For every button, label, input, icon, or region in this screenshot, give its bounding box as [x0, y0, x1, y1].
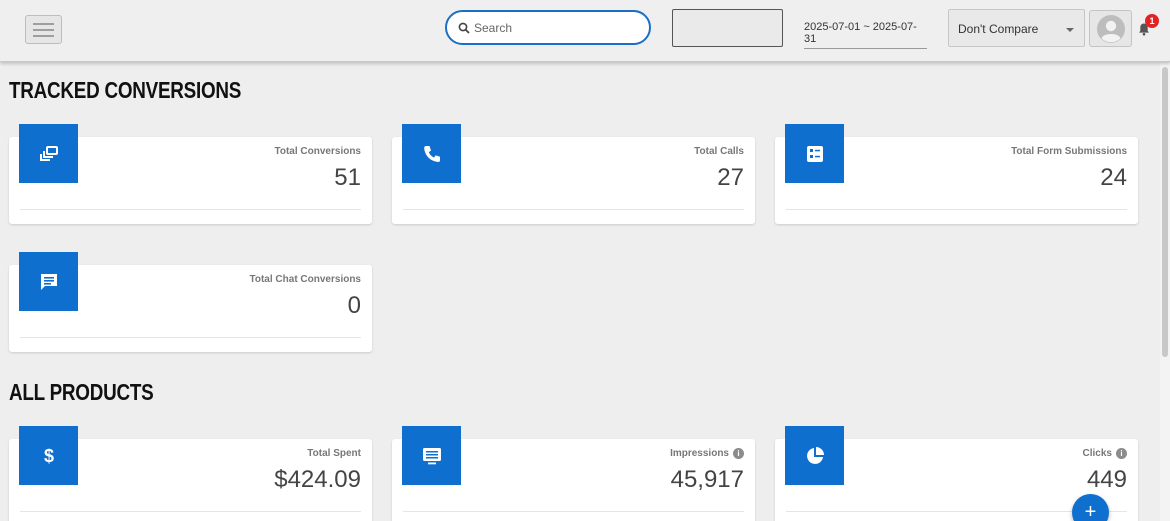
compare-selected-value: Don't Compare [958, 22, 1039, 36]
caret-down-icon [1066, 28, 1074, 32]
card-label: Total Form Submissions [1011, 146, 1127, 157]
avatar-icon [1096, 14, 1125, 43]
menu-line [33, 28, 54, 31]
menu-line [33, 34, 54, 37]
card-label: Total Calls [694, 146, 744, 157]
card-label-text: Clicks [1082, 448, 1112, 459]
card-divider [20, 209, 361, 210]
card-label: Total Conversions [275, 146, 362, 157]
card-value: 27 [717, 164, 744, 191]
svg-text:$: $ [43, 446, 53, 466]
card-divider [403, 511, 744, 512]
dollar-icon: $ [19, 426, 78, 485]
conversions-icon [19, 124, 78, 183]
notification-badge: 1 [1145, 14, 1159, 28]
phone-icon [402, 124, 461, 183]
stat-card[interactable]: Total Calls 27 [392, 124, 755, 224]
stat-card[interactable]: Impressions i 45,917 [392, 426, 755, 521]
monitor-icon [402, 426, 461, 485]
card-value: 449 [1086, 466, 1127, 493]
card-value: 45,917 [670, 466, 744, 493]
card-divider [20, 511, 361, 512]
section-title-tracked-conversions: TRACKED CONVERSIONS [9, 77, 242, 103]
card-label-text: Total Chat Conversions [249, 274, 362, 285]
card-label: Total Spent [307, 448, 361, 459]
stat-card[interactable]: $ Total Spent $424.09 [9, 426, 372, 521]
card-value: 51 [334, 164, 361, 191]
card-label-text: Total Form Submissions [1011, 146, 1127, 157]
card-value: 0 [347, 292, 361, 319]
hamburger-menu-button[interactable] [25, 15, 62, 44]
card-label-text: Total Calls [694, 146, 744, 157]
search-box[interactable] [445, 10, 651, 45]
search-icon [458, 22, 470, 34]
scrollbar-thumb[interactable] [1162, 67, 1168, 357]
card-label: Total Chat Conversions [250, 274, 362, 285]
card-label: Clicks i [1083, 448, 1127, 459]
user-avatar-button[interactable] [1089, 10, 1132, 47]
card-label: Impressions i [670, 448, 744, 459]
top-bar: 2025-07-01 ~ 2025-07-31 Don't Compare 1 [0, 0, 1170, 62]
vertical-scrollbar[interactable] [1160, 63, 1170, 521]
card-label-text: Total Spent [307, 448, 361, 459]
card-divider [786, 209, 1127, 210]
date-range-picker[interactable]: 2025-07-01 ~ 2025-07-31 [804, 21, 927, 49]
form-icon [785, 124, 844, 183]
card-value: 24 [1100, 164, 1127, 191]
info-icon[interactable]: i [733, 448, 744, 459]
info-icon[interactable]: i [1116, 448, 1127, 459]
card-label-text: Total Conversions [274, 146, 362, 157]
pie-chart-icon [785, 426, 844, 485]
menu-line [33, 22, 54, 25]
card-divider [403, 209, 744, 210]
section-title-all-products: ALL PRODUCTS [9, 379, 154, 405]
empty-selector-box[interactable] [672, 9, 783, 47]
chat-icon [19, 252, 78, 311]
stat-card[interactable]: Total Form Submissions 24 [775, 124, 1138, 224]
search-input[interactable] [474, 20, 634, 35]
card-divider [20, 337, 361, 338]
card-label-text: Impressions [670, 448, 729, 459]
stat-card[interactable]: Total Conversions 51 [9, 124, 372, 224]
card-value: $424.09 [274, 466, 361, 493]
compare-dropdown[interactable]: Don't Compare [948, 9, 1085, 47]
stat-card[interactable]: Total Chat Conversions 0 [9, 252, 372, 352]
